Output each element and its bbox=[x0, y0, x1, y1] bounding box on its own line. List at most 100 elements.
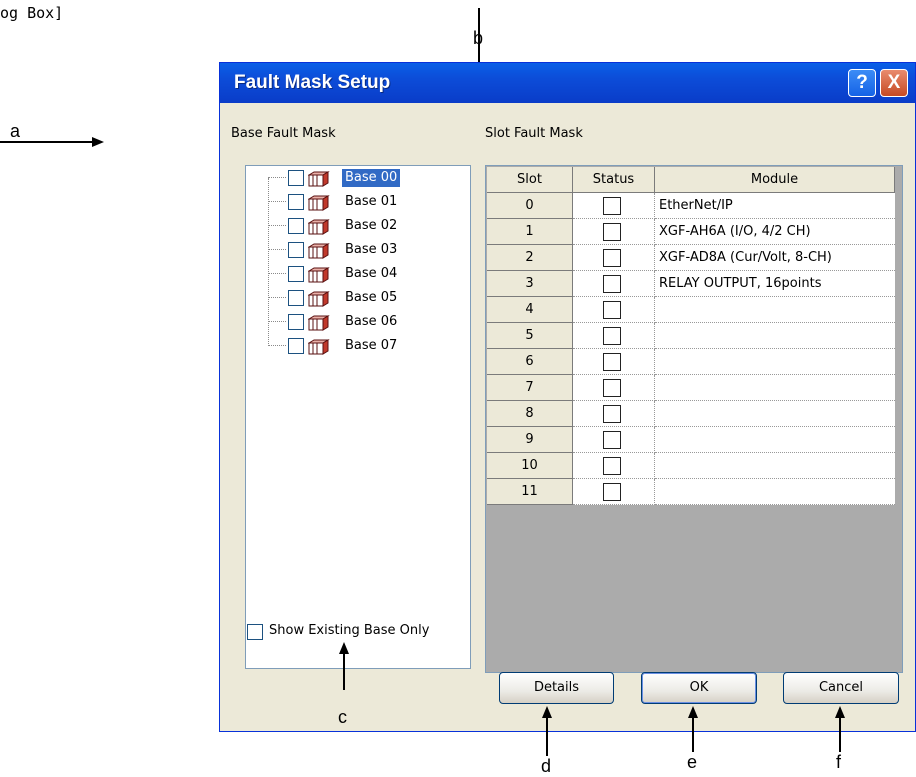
base-rack-icon bbox=[307, 195, 330, 211]
base-mask-checkbox[interactable] bbox=[288, 170, 304, 186]
base-label: Base 07 bbox=[345, 338, 398, 353]
slot-grid[interactable]: Slot Status Module 0 EtherNet/IP 1 XGF-AH6A… bbox=[485, 165, 903, 673]
cancel-button[interactable]: Cancel bbox=[783, 672, 899, 704]
status-cell bbox=[573, 427, 655, 453]
table-row[interactable]: 3 RELAY OUTPUT, 16points bbox=[487, 271, 895, 297]
slot-mask-checkbox[interactable] bbox=[603, 457, 621, 475]
slot-number: 4 bbox=[487, 297, 573, 323]
table-row[interactable]: 8 bbox=[487, 401, 895, 427]
status-cell bbox=[573, 375, 655, 401]
base-mask-checkbox[interactable] bbox=[288, 242, 304, 258]
module-column-header[interactable]: Module bbox=[655, 167, 895, 193]
table-row[interactable]: 9 bbox=[487, 427, 895, 453]
slot-mask-checkbox[interactable] bbox=[603, 353, 621, 371]
table-row[interactable]: 10 bbox=[487, 453, 895, 479]
show-existing-base-checkbox[interactable] bbox=[247, 624, 263, 640]
table-row[interactable]: 0 EtherNet/IP bbox=[487, 193, 895, 219]
annotation-e-arrow-line bbox=[692, 716, 694, 752]
annotation-c-arrow-line bbox=[343, 652, 345, 690]
table-row[interactable]: 7 bbox=[487, 375, 895, 401]
base-rack-icon bbox=[307, 315, 330, 331]
base-tree[interactable]: Base 00 Base 01 Base 02 Base 03 Base 04 Base … bbox=[245, 165, 471, 669]
tree-item-base[interactable]: Base 04 bbox=[246, 262, 466, 286]
help-button[interactable]: ? bbox=[848, 69, 876, 97]
tree-connector-dot bbox=[268, 273, 286, 274]
ok-button[interactable]: OK bbox=[641, 672, 757, 704]
module-name bbox=[655, 297, 895, 323]
details-button[interactable]: Details bbox=[499, 672, 614, 704]
table-row[interactable]: 11 bbox=[487, 479, 895, 505]
annotation-a-arrowhead bbox=[92, 137, 104, 147]
slot-mask-checkbox[interactable] bbox=[603, 223, 621, 241]
annotation-c-arrowhead bbox=[339, 642, 349, 654]
table-row[interactable]: 6 bbox=[487, 349, 895, 375]
base-mask-checkbox[interactable] bbox=[288, 218, 304, 234]
module-name bbox=[655, 453, 895, 479]
status-cell bbox=[573, 297, 655, 323]
module-name: RELAY OUTPUT, 16points bbox=[655, 271, 895, 297]
slot-mask-checkbox[interactable] bbox=[603, 379, 621, 397]
tree-connector-dot bbox=[268, 249, 286, 250]
tree-item-base[interactable]: Base 06 bbox=[246, 310, 466, 334]
table-row[interactable]: 4 bbox=[487, 297, 895, 323]
tree-item-base[interactable]: Base 02 bbox=[246, 214, 466, 238]
slot-mask-checkbox[interactable] bbox=[603, 197, 621, 215]
base-mask-checkbox[interactable] bbox=[288, 338, 304, 354]
slot-number: 10 bbox=[487, 453, 573, 479]
table-row[interactable]: 5 bbox=[487, 323, 895, 349]
tree-item-base[interactable]: Base 05 bbox=[246, 286, 466, 310]
title-bar[interactable]: Fault Mask Setup ? X bbox=[220, 63, 915, 103]
slot-mask-checkbox[interactable] bbox=[603, 327, 621, 345]
slot-mask-checkbox[interactable] bbox=[603, 483, 621, 501]
base-rack-icon bbox=[307, 219, 330, 235]
module-name: XGF-AH6A (I/O, 4/2 CH) bbox=[655, 219, 895, 245]
slot-number: 0 bbox=[487, 193, 573, 219]
tree-item-base[interactable]: Base 03 bbox=[246, 238, 466, 262]
slot-mask-checkbox[interactable] bbox=[603, 431, 621, 449]
annotation-f-arrow-line bbox=[839, 716, 841, 752]
tree-connector-dot bbox=[268, 297, 286, 298]
base-rack-icon bbox=[307, 243, 330, 259]
module-name: XGF-AD8A (Cur/Volt, 8-CH) bbox=[655, 245, 895, 271]
base-label: Base 06 bbox=[345, 314, 398, 329]
tree-item-base[interactable]: Base 07 bbox=[246, 334, 466, 358]
base-label: Base 01 bbox=[345, 194, 398, 209]
base-mask-checkbox[interactable] bbox=[288, 194, 304, 210]
tree-connector-dot bbox=[268, 225, 286, 226]
slot-number: 1 bbox=[487, 219, 573, 245]
slot-number: 8 bbox=[487, 401, 573, 427]
module-name bbox=[655, 349, 895, 375]
base-mask-checkbox[interactable] bbox=[288, 314, 304, 330]
status-cell bbox=[573, 349, 655, 375]
close-button[interactable]: X bbox=[880, 69, 908, 97]
slot-mask-checkbox[interactable] bbox=[603, 275, 621, 293]
annotation-d-arrow-line bbox=[546, 716, 548, 756]
table-row[interactable]: 2 XGF-AD8A (Cur/Volt, 8-CH) bbox=[487, 245, 895, 271]
slot-mask-checkbox[interactable] bbox=[603, 249, 621, 267]
module-name bbox=[655, 427, 895, 453]
slot-mask-checkbox[interactable] bbox=[603, 405, 621, 423]
slot-fault-mask-label: Slot Fault Mask bbox=[485, 126, 583, 141]
show-existing-base-label: Show Existing Base Only bbox=[269, 623, 430, 638]
slot-number: 5 bbox=[487, 323, 573, 349]
base-mask-checkbox[interactable] bbox=[288, 266, 304, 282]
annotation-d-arrowhead bbox=[542, 706, 552, 718]
slot-column-header[interactable]: Slot bbox=[487, 167, 573, 193]
slot-mask-checkbox[interactable] bbox=[603, 301, 621, 319]
base-label: Base 00 bbox=[342, 169, 401, 187]
module-name bbox=[655, 401, 895, 427]
table-row[interactable]: 1 XGF-AH6A (I/O, 4/2 CH) bbox=[487, 219, 895, 245]
annotation-a-arrow-line bbox=[0, 141, 93, 143]
slot-number: 3 bbox=[487, 271, 573, 297]
tree-item-base[interactable]: Base 00 bbox=[246, 166, 466, 190]
annotation-c: c bbox=[338, 707, 347, 727]
tree-connector-dot bbox=[268, 201, 286, 202]
slot-number: 2 bbox=[487, 245, 573, 271]
status-column-header[interactable]: Status bbox=[573, 167, 655, 193]
base-label: Base 03 bbox=[345, 242, 398, 257]
tree-item-base[interactable]: Base 01 bbox=[246, 190, 466, 214]
grid-header-row: Slot Status Module bbox=[487, 167, 895, 193]
tree-connector-dot bbox=[268, 345, 286, 346]
base-mask-checkbox[interactable] bbox=[288, 290, 304, 306]
status-cell bbox=[573, 323, 655, 349]
